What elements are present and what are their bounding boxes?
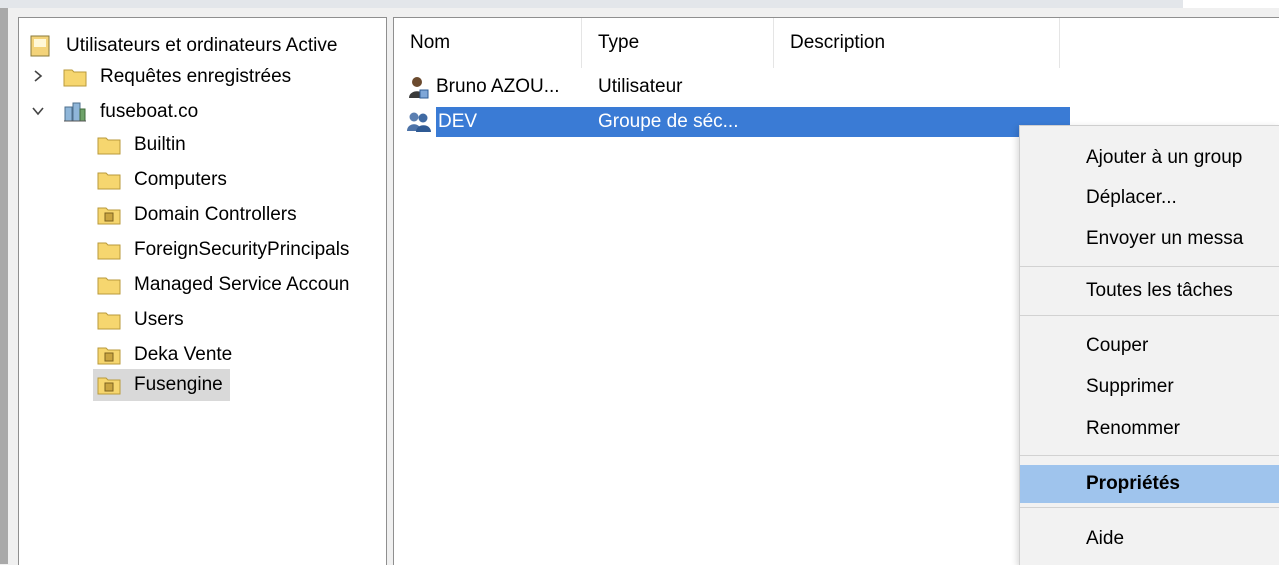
tree-item-managed-service-accounts[interactable]: Managed Service Accoun xyxy=(97,270,352,300)
tree-item-computers[interactable]: Computers xyxy=(97,165,230,195)
aduc-console-icon xyxy=(29,35,53,57)
menu-separator xyxy=(1020,315,1279,316)
menu-separator xyxy=(1020,455,1279,456)
tree-item-deka-vente[interactable]: Deka Vente xyxy=(97,340,235,370)
row-type: Groupe de séc... xyxy=(598,111,739,132)
menu-item-properties[interactable]: Propriétés xyxy=(1020,465,1279,503)
column-header-type[interactable]: Type xyxy=(582,18,774,68)
expand-chevron-icon[interactable] xyxy=(31,69,45,83)
folder-icon xyxy=(97,169,121,191)
table-row-selected[interactable]: DEV Groupe de séc... xyxy=(406,107,1070,137)
tree-item-domain[interactable]: fuseboat.co xyxy=(63,97,201,127)
menu-item-add-to-group[interactable]: Ajouter à un group xyxy=(1020,140,1279,176)
group-icon xyxy=(406,107,432,137)
tree-item-users[interactable]: Users xyxy=(97,305,187,335)
tree-item-label: ForeignSecurityPrincipals xyxy=(134,239,350,260)
menu-item-send-mail[interactable]: Envoyer un messa xyxy=(1020,221,1279,257)
column-header-name[interactable]: Nom xyxy=(394,18,582,68)
window-top-strip xyxy=(0,0,1279,8)
tree-item-saved-queries[interactable]: Requêtes enregistrées xyxy=(63,62,294,92)
table-row[interactable]: Bruno AZOU... Utilisateur xyxy=(406,72,1066,102)
tree-item-label: Users xyxy=(134,309,184,330)
column-header-label: Type xyxy=(598,32,640,53)
tree-item-label: Requêtes enregistrées xyxy=(100,66,292,87)
tree-root-aduc[interactable]: Utilisateurs et ordinateurs Active xyxy=(29,31,340,61)
window-left-edge xyxy=(0,8,8,564)
menu-item-move[interactable]: Déplacer... xyxy=(1020,180,1279,216)
context-menu[interactable]: Ajouter à un group Déplacer... Envoyer u… xyxy=(1019,125,1279,565)
menu-separator xyxy=(1020,266,1279,267)
menu-item-all-tasks[interactable]: Toutes les tâches xyxy=(1020,273,1279,309)
console-tree-pane[interactable]: Utilisateurs et ordinateurs Active Requê… xyxy=(18,17,387,565)
menu-separator xyxy=(1020,507,1279,508)
tree-item-label: Domain Controllers xyxy=(134,204,297,225)
tree-item-foreign-security-principals[interactable]: ForeignSecurityPrincipals xyxy=(97,235,352,265)
folder-icon xyxy=(97,309,121,331)
selection-highlight xyxy=(436,107,1070,137)
tree-item-label: Builtin xyxy=(134,134,186,155)
ou-folder-icon xyxy=(97,344,121,366)
tree-item-label: Deka Vente xyxy=(134,344,233,365)
window-top-strip-right xyxy=(1183,0,1279,8)
column-header-label: Nom xyxy=(410,32,451,53)
domain-icon xyxy=(63,101,87,123)
tree-item-builtin[interactable]: Builtin xyxy=(97,130,189,160)
folder-icon xyxy=(97,239,121,261)
collapse-chevron-icon[interactable] xyxy=(31,104,45,118)
tree-item-label: fuseboat.co xyxy=(100,101,199,122)
tree-item-domain-controllers[interactable]: Domain Controllers xyxy=(97,200,300,230)
tree-item-fusengine[interactable]: Fusengine xyxy=(93,369,230,401)
user-icon xyxy=(406,72,432,102)
ou-folder-icon xyxy=(97,374,121,396)
tree-item-label: Computers xyxy=(134,169,227,190)
column-header-label: Description xyxy=(790,32,886,53)
menu-item-cut[interactable]: Couper xyxy=(1020,328,1279,364)
row-name: Bruno AZOU... xyxy=(436,76,560,97)
column-header-description[interactable]: Description xyxy=(774,18,1060,68)
folder-icon xyxy=(97,274,121,296)
tree-root-label: Utilisateurs et ordinateurs Active xyxy=(66,35,338,56)
ou-folder-icon xyxy=(97,204,121,226)
menu-item-rename[interactable]: Renommer xyxy=(1020,411,1279,447)
row-type: Utilisateur xyxy=(598,76,683,97)
row-name: DEV xyxy=(438,111,478,132)
folder-icon xyxy=(97,134,121,156)
tree-item-label: Fusengine xyxy=(131,374,226,396)
tree-item-label: Managed Service Accoun xyxy=(134,274,350,295)
menu-item-delete[interactable]: Supprimer xyxy=(1020,369,1279,405)
folder-icon xyxy=(63,66,87,88)
menu-item-help[interactable]: Aide xyxy=(1020,521,1279,557)
